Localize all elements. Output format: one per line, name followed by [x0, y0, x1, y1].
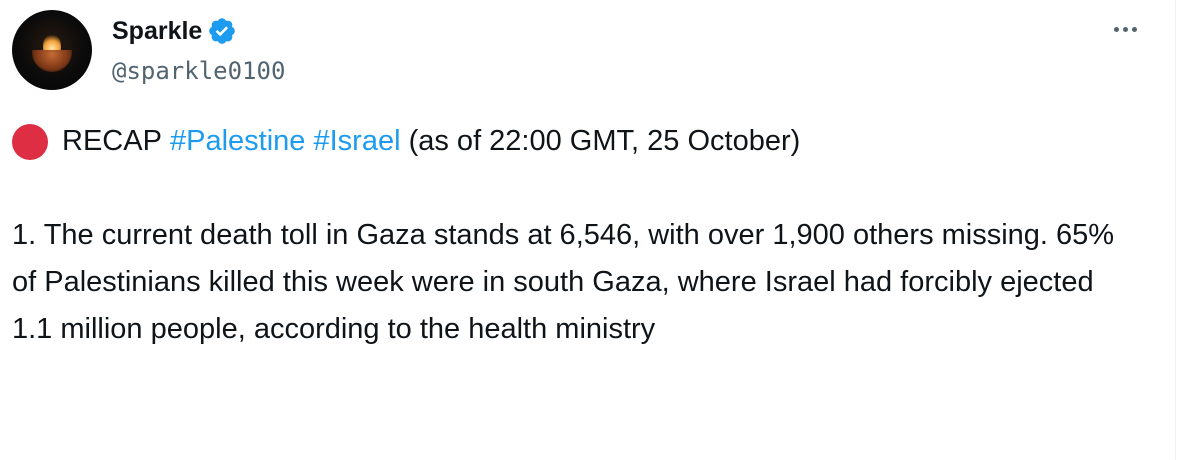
recap-label: RECAP [62, 125, 162, 157]
author-names: Sparkle @sparkle0100 [112, 16, 285, 86]
recap-timestamp: (as of 22:00 GMT, 25 October) [408, 125, 801, 157]
more-horizontal-icon[interactable] [1110, 14, 1140, 44]
tweet-header: Sparkle @sparkle0100 [12, 10, 285, 90]
dot [1131, 26, 1137, 32]
handle[interactable]: @sparkle0100 [112, 56, 285, 86]
avatar[interactable] [12, 10, 92, 90]
red-circle-icon [12, 123, 48, 160]
hashtag-israel[interactable]: #Israel [313, 118, 400, 165]
tweet-text: RECAP #Palestine #Israel (as of 22:00 GM… [12, 118, 1132, 353]
verified-badge-icon[interactable] [207, 16, 237, 46]
dot [1122, 26, 1128, 32]
recap-line: RECAP #Palestine #Israel (as of 22:00 GM… [12, 118, 1132, 165]
tweet-paragraph: 1. The current death toll in Gaza stands… [12, 219, 1115, 345]
timeline-divider [1175, 0, 1176, 460]
cupped-hands [32, 50, 72, 72]
name-row: Sparkle [112, 16, 285, 46]
dot [1113, 26, 1119, 32]
display-name[interactable]: Sparkle [112, 16, 202, 46]
hashtag-palestine[interactable]: #Palestine [170, 118, 305, 165]
